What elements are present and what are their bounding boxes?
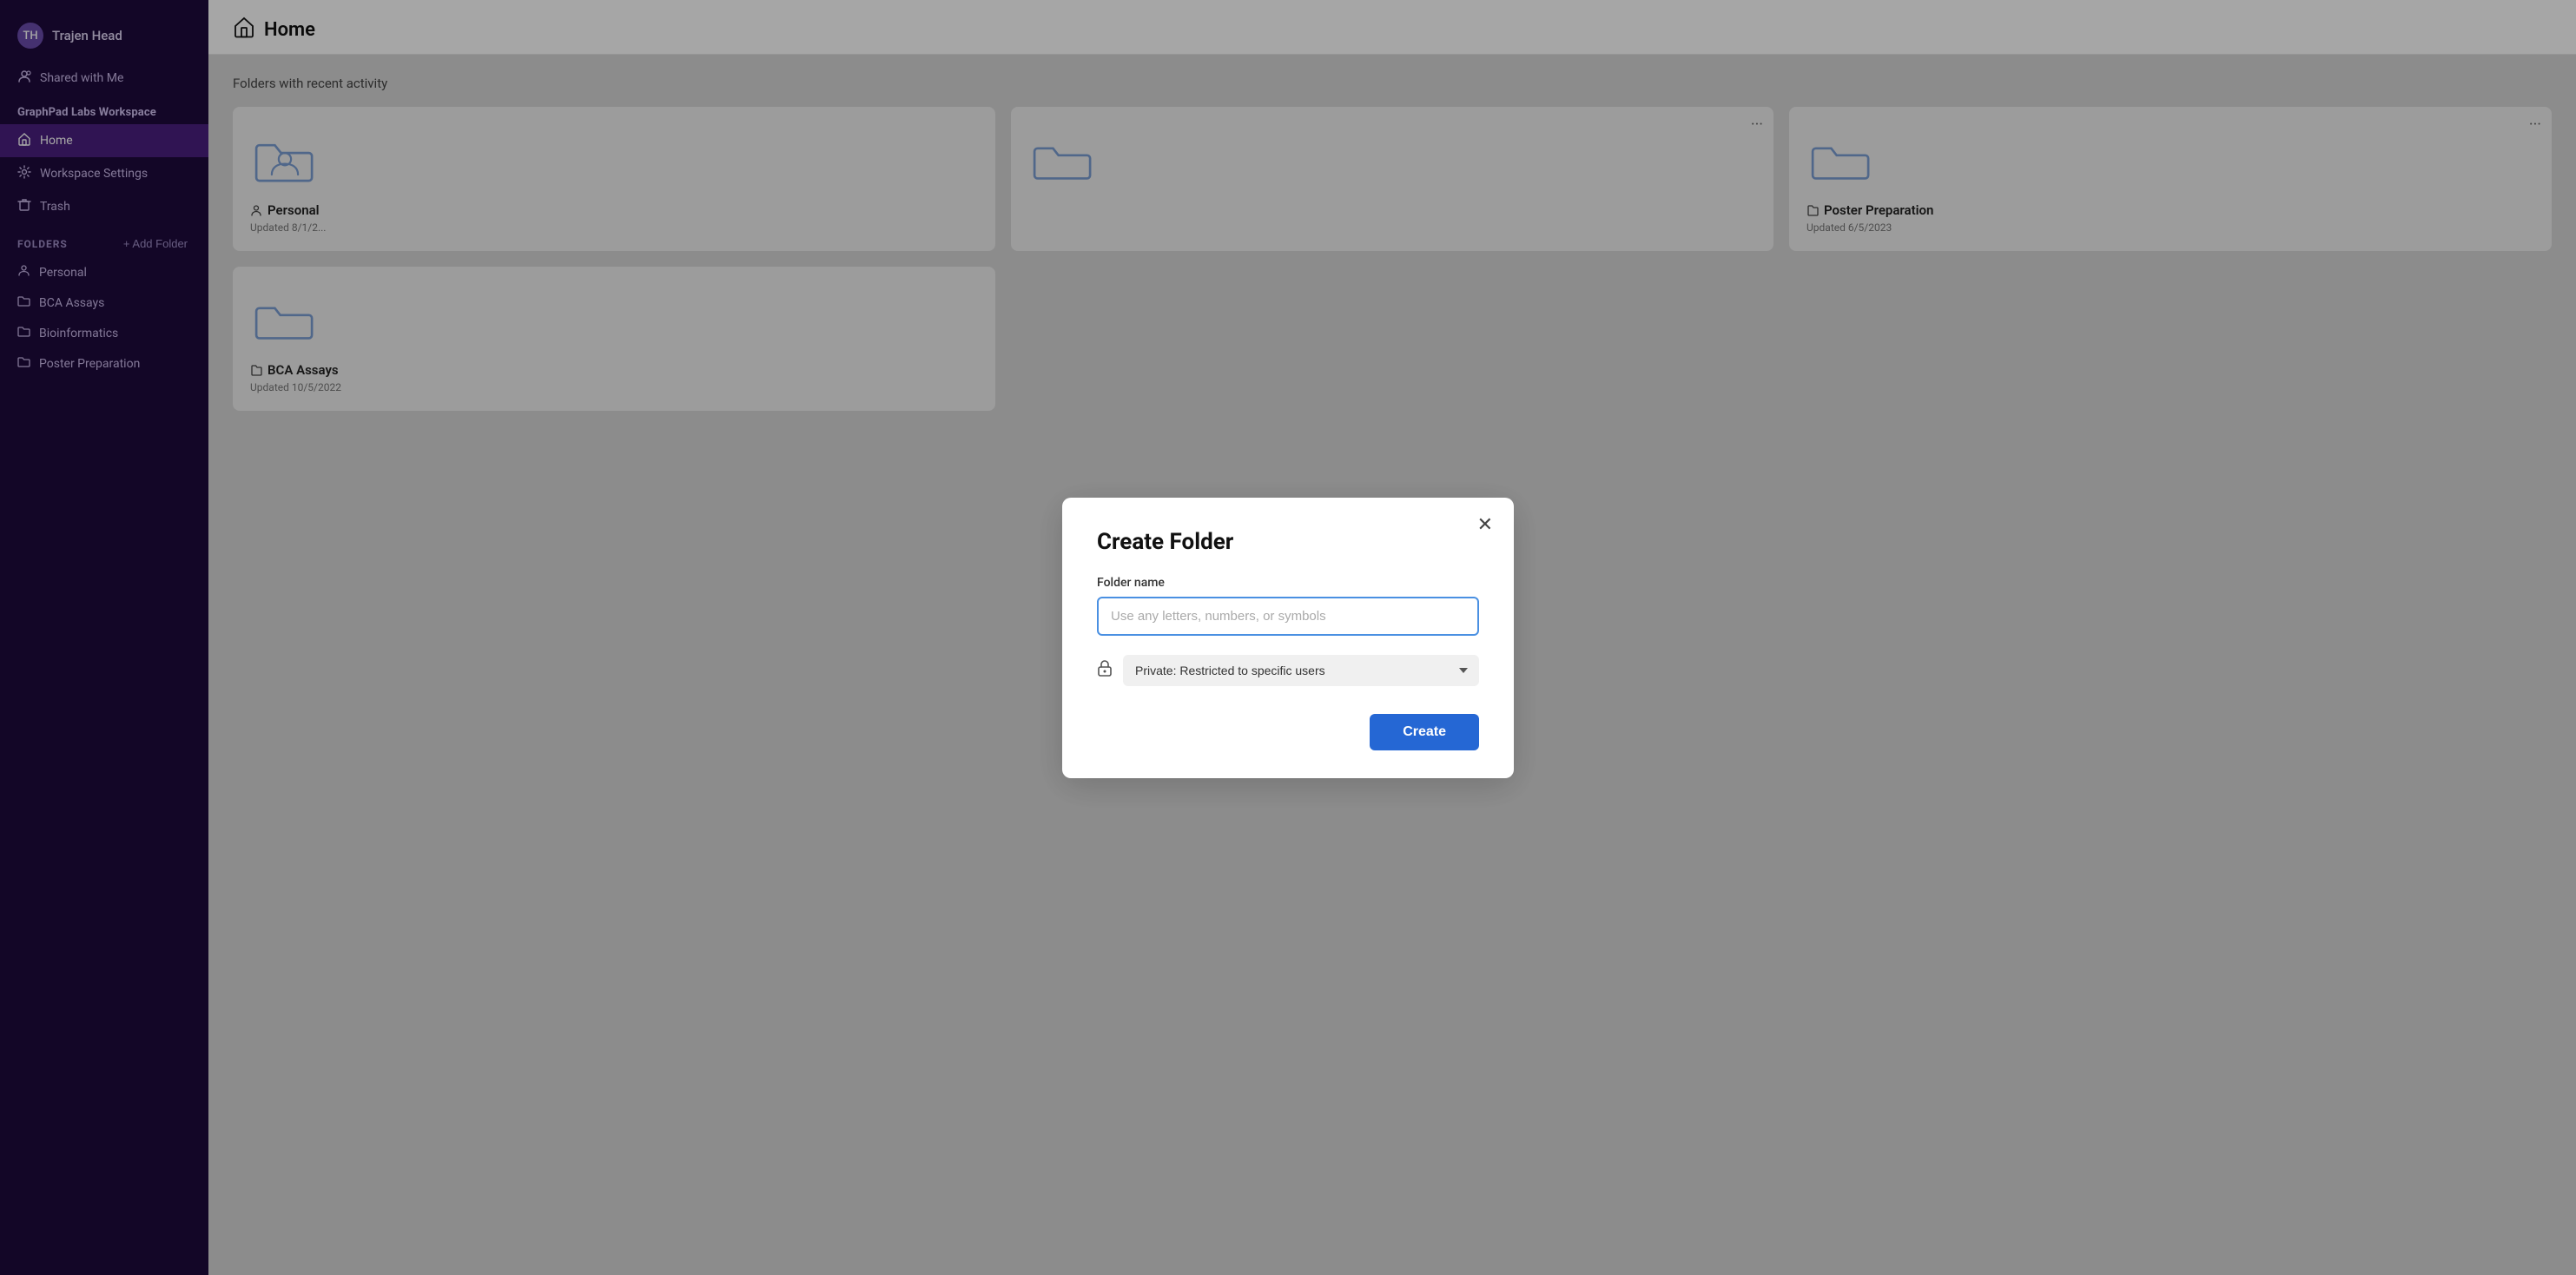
create-folder-modal: ✕ Create Folder Folder name Private: Res… [1062,498,1514,778]
lock-icon [1097,659,1113,681]
modal-overlay[interactable]: ✕ Create Folder Folder name Private: Res… [0,0,2576,1275]
create-button[interactable]: Create [1370,714,1479,750]
modal-title: Create Folder [1097,529,1479,555]
folder-name-input[interactable] [1097,597,1479,636]
modal-footer: Create [1097,714,1479,750]
privacy-select[interactable]: Private: Restricted to specific users [1123,655,1479,686]
privacy-section: Private: Restricted to specific users [1097,655,1479,686]
folder-name-label: Folder name [1097,576,1479,590]
close-button[interactable]: ✕ [1472,512,1498,538]
